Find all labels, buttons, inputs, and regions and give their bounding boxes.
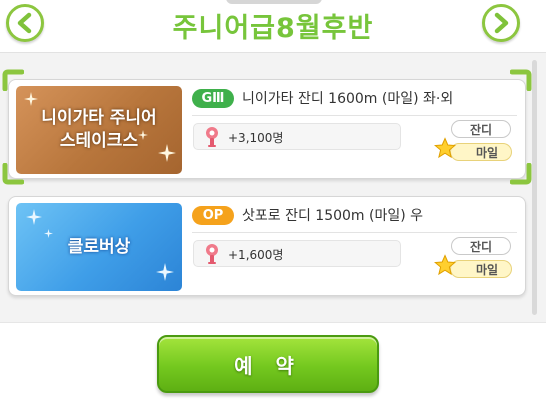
chevron-right-icon	[494, 12, 509, 34]
prev-button[interactable]	[6, 4, 44, 42]
divider	[192, 232, 517, 233]
race-info: 니이가타 잔디 1600m (마일) 좌·외	[242, 91, 454, 107]
fan-icon	[206, 127, 218, 147]
distance-tag: 마일	[450, 260, 512, 278]
race-thumbnail: 클로버상	[16, 203, 182, 291]
surface-tag: 잔디	[451, 237, 511, 255]
race-info: 삿포로 잔디 1500m (마일) 우	[242, 208, 424, 224]
grade-badge: OP	[192, 206, 234, 225]
sparkle-icon	[158, 144, 176, 162]
top-tab-peek	[226, 0, 322, 4]
star-icon	[434, 137, 456, 159]
race-thumbnail-title: 클로버상	[67, 236, 131, 257]
fan-count-box: +1,600명	[193, 240, 401, 267]
sparkle-icon	[26, 209, 42, 225]
race-card[interactable]: 니이가타 주니어 스테이크스 GⅢ 니이가타 잔디 1600m (마일) 좌·외…	[8, 79, 526, 179]
reserve-button[interactable]: 예 약	[157, 335, 379, 393]
grade-badge: GⅢ	[192, 89, 234, 108]
race-thumbnail: 니이가타 주니어 스테이크스	[16, 86, 182, 174]
chevron-left-icon	[17, 12, 32, 34]
selection-corner	[510, 69, 532, 91]
distance-tag: 마일	[450, 143, 512, 161]
fan-icon	[206, 244, 218, 264]
header-bar: 주니어급8월후반	[0, 0, 546, 52]
sparkle-icon	[24, 92, 38, 106]
star-icon	[434, 254, 456, 276]
selection-corner	[2, 69, 24, 91]
fan-count: +1,600명	[228, 248, 284, 262]
next-button[interactable]	[482, 4, 520, 42]
selection-corner	[2, 163, 24, 185]
list-scrollbar[interactable]	[532, 60, 537, 315]
sparkle-icon	[156, 263, 174, 281]
page-title: 주니어급8월후반	[172, 13, 374, 44]
surface-tag: 잔디	[451, 120, 511, 138]
fan-count: +3,100명	[228, 131, 284, 145]
fan-count-box: +3,100명	[193, 123, 401, 150]
sparkle-icon	[44, 229, 53, 238]
race-thumbnail-title: 니이가타 주니어 스테이크스	[41, 108, 157, 151]
divider	[192, 115, 517, 116]
race-card[interactable]: 클로버상 OP 삿포로 잔디 1500m (마일) 우 +1,600명 잔디 마…	[8, 196, 526, 296]
selection-corner	[510, 163, 532, 185]
